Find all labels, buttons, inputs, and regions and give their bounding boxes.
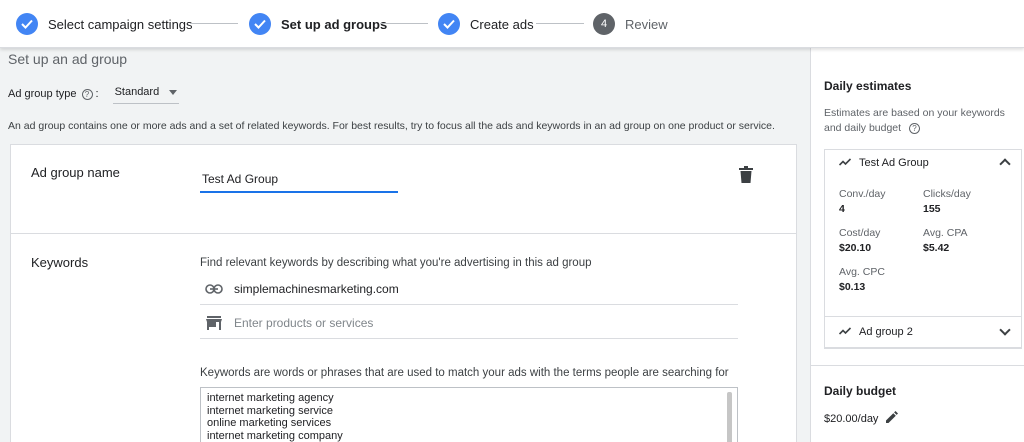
- edit-icon[interactable]: [886, 411, 899, 426]
- delete-icon[interactable]: [739, 166, 755, 184]
- daily-estimates-title: Daily estimates: [824, 79, 912, 93]
- progress-stepper: Select campaign settings Set up ad group…: [0, 0, 1024, 48]
- metric-value: $20.10: [839, 242, 872, 254]
- metric-avg-cpc: Avg. CPC $0.13: [839, 266, 885, 293]
- keywords-label: Keywords: [31, 255, 89, 270]
- ad-group-card: Ad group name Test Ad Group Keywords Fin…: [10, 144, 797, 442]
- keyword-line: internet marketing agency: [207, 392, 334, 404]
- keywords-note: Keywords are words or phrases that are u…: [200, 367, 729, 379]
- ad-group-name: Test Ad Group: [859, 157, 929, 169]
- website-value: simplemachinesmarketing.com: [234, 281, 399, 296]
- metric-cost-day: Cost/day $20.10: [839, 227, 880, 254]
- step-connector: [380, 23, 428, 24]
- keyword-line: internet marketing company: [207, 429, 343, 442]
- step-create-ads[interactable]: Create ads: [438, 12, 534, 36]
- daily-estimates-panel: Daily estimates Estimates are based on y…: [810, 48, 1024, 442]
- daily-budget-title: Daily budget: [824, 384, 897, 398]
- ad-group-type-row: Ad group type ? : Standard: [8, 84, 180, 104]
- products-services-input[interactable]: Enter products or services: [200, 307, 738, 339]
- dropdown-arrow-icon: [169, 89, 178, 95]
- step-number-badge: 4: [593, 13, 615, 35]
- check-circle-icon: [16, 13, 38, 35]
- step-set-up-ad-groups[interactable]: Set up ad groups: [249, 12, 387, 36]
- ad-group-type-value: Standard: [114, 86, 160, 98]
- section-title: Set up an ad group: [8, 51, 128, 67]
- metric-label: Cost/day: [839, 227, 881, 239]
- step-label: Create ads: [470, 16, 534, 32]
- trend-icon: [838, 326, 852, 338]
- step-label: Select campaign settings: [48, 16, 193, 32]
- check-circle-icon: [249, 13, 271, 35]
- keywords-hint: Find relevant keywords by describing wha…: [200, 257, 592, 269]
- ad-group-type-select[interactable]: Standard: [112, 84, 180, 104]
- keyword-line: online marketing services: [207, 417, 332, 429]
- step-select-campaign-settings[interactable]: Select campaign settings: [16, 12, 193, 36]
- link-icon: [204, 279, 224, 299]
- metric-value: 4: [839, 203, 845, 215]
- ad-group-type-label: Ad group type: [8, 88, 77, 100]
- ad-group-name: Ad group 2: [859, 326, 913, 338]
- keyword-line: internet marketing service: [207, 404, 333, 417]
- metric-conv-day: Conv./day 4: [839, 188, 886, 215]
- metric-value: 155: [923, 203, 941, 215]
- website-field[interactable]: simplemachinesmarketing.com: [200, 273, 738, 305]
- metric-label: Conv./day: [839, 188, 886, 200]
- step-connector: [190, 23, 238, 24]
- ad-group-name-input[interactable]: Test Ad Group: [200, 169, 398, 193]
- estimate-card-header[interactable]: Test Ad Group: [838, 157, 929, 169]
- metric-label: Clicks/day: [923, 188, 971, 200]
- daily-budget-value: $20.00/day: [824, 412, 879, 425]
- metric-value: $5.42: [923, 242, 950, 254]
- panel-divider: [811, 365, 1024, 366]
- daily-estimates-subtitle: Estimates are based on your keywords and…: [824, 106, 1019, 136]
- metric-label: Avg. CPA: [923, 227, 968, 239]
- chevron-up-icon[interactable]: [999, 158, 1011, 170]
- metric-label: Avg. CPC: [839, 266, 885, 278]
- products-placeholder: Enter products or services: [234, 315, 374, 330]
- step-connector: [536, 23, 584, 24]
- metric-avg-cpa: Avg. CPA $5.42: [923, 227, 968, 254]
- main-content: Set up an ad group Ad group type ? : Sta…: [0, 48, 810, 442]
- step-label: Set up ad groups: [281, 16, 388, 32]
- step-label: Review: [625, 16, 668, 32]
- metric-clicks-day: Clicks/day 155: [923, 188, 971, 215]
- card-divider: [11, 233, 796, 234]
- keywords-textarea[interactable]: internet marketing agency internet marke…: [200, 387, 738, 442]
- help-icon[interactable]: ?: [909, 122, 920, 134]
- chevron-down-icon[interactable]: [999, 324, 1011, 336]
- colon-separator: :: [95, 88, 99, 100]
- estimate-card-ad-group-2[interactable]: Ad group 2: [824, 316, 1022, 348]
- estimate-card-header: Ad group 2: [838, 326, 913, 338]
- check-circle-icon: [438, 13, 460, 35]
- ad-group-description: An ad group contains one or more ads and…: [8, 120, 775, 132]
- trend-icon: [838, 157, 852, 169]
- step-review[interactable]: 4 Review: [593, 12, 668, 36]
- metric-value: $0.13: [839, 281, 866, 293]
- ad-group-name-label: Ad group name: [31, 165, 120, 180]
- help-icon[interactable]: ?: [81, 88, 93, 100]
- scrollbar[interactable]: [727, 392, 732, 442]
- store-icon: [204, 313, 224, 333]
- daily-budget-row: $20.00/day: [824, 411, 899, 426]
